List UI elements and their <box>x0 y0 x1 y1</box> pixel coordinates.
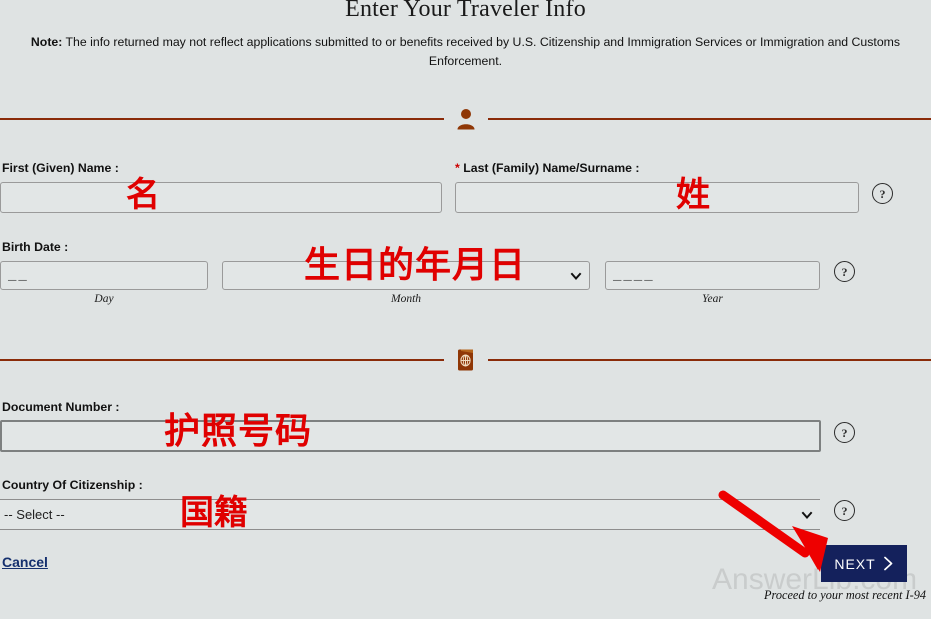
divider-line-left <box>0 118 444 120</box>
traveler-info-page: Enter Your Traveler Info Note: The info … <box>0 0 931 619</box>
chevron-down-icon <box>570 272 582 280</box>
divider-line-right-2 <box>487 359 931 361</box>
divider-line-left-2 <box>0 359 444 361</box>
birth-month-select[interactable] <box>222 261 590 290</box>
note-prefix: Note: <box>30 35 63 49</box>
proceed-hint: Proceed to your most recent I-94 <box>764 588 926 602</box>
birth-year-input[interactable]: ____ <box>605 261 820 290</box>
birth-year-sublabel: Year <box>702 293 723 305</box>
next-button-label: NEXT <box>834 555 876 572</box>
passport-icon <box>444 348 488 372</box>
birth-year-value: ____ <box>613 267 655 284</box>
document-number-input[interactable] <box>0 420 821 452</box>
last-name-label: * Last (Family) Name/Surname : <box>455 161 640 175</box>
required-asterisk: * <box>455 161 460 175</box>
divider-line-right <box>487 118 931 120</box>
first-name-input[interactable] <box>0 182 442 213</box>
country-of-citizenship-label: Country Of Citizenship : <box>2 478 143 492</box>
country-of-citizenship-value: -- Select -- <box>4 507 65 522</box>
birth-day-value: __ <box>8 267 29 284</box>
help-icon-citizenship-row[interactable]: ? <box>834 500 855 521</box>
help-icon-birth-row[interactable]: ? <box>834 261 855 282</box>
birth-date-label: Birth Date : <box>2 240 69 254</box>
cancel-link[interactable]: Cancel <box>2 554 48 570</box>
page-note: Note: The info returned may not reflect … <box>18 33 913 71</box>
document-section-divider <box>0 348 931 372</box>
person-icon <box>444 107 488 131</box>
help-icon-document-row[interactable]: ? <box>834 422 855 443</box>
birth-day-input[interactable]: __ <box>0 261 208 290</box>
birth-day-sublabel: Day <box>94 293 114 305</box>
last-name-label-text: Last (Family) Name/Surname : <box>463 161 640 175</box>
document-number-label: Document Number : <box>2 400 120 414</box>
last-name-input[interactable] <box>455 182 859 213</box>
country-of-citizenship-select[interactable]: -- Select -- <box>0 499 820 530</box>
next-button[interactable]: NEXT <box>821 545 907 582</box>
chevron-down-icon-citizenship <box>801 511 813 519</box>
first-name-label: First (Given) Name : <box>2 161 119 175</box>
chevron-right-icon <box>883 556 893 571</box>
note-text: The info returned may not reflect applic… <box>62 35 901 69</box>
traveler-section-divider <box>0 107 931 131</box>
birth-month-sublabel: Month <box>390 293 422 305</box>
page-title: Enter Your Traveler Info <box>345 0 586 22</box>
help-icon-name-row[interactable]: ? <box>872 183 893 204</box>
